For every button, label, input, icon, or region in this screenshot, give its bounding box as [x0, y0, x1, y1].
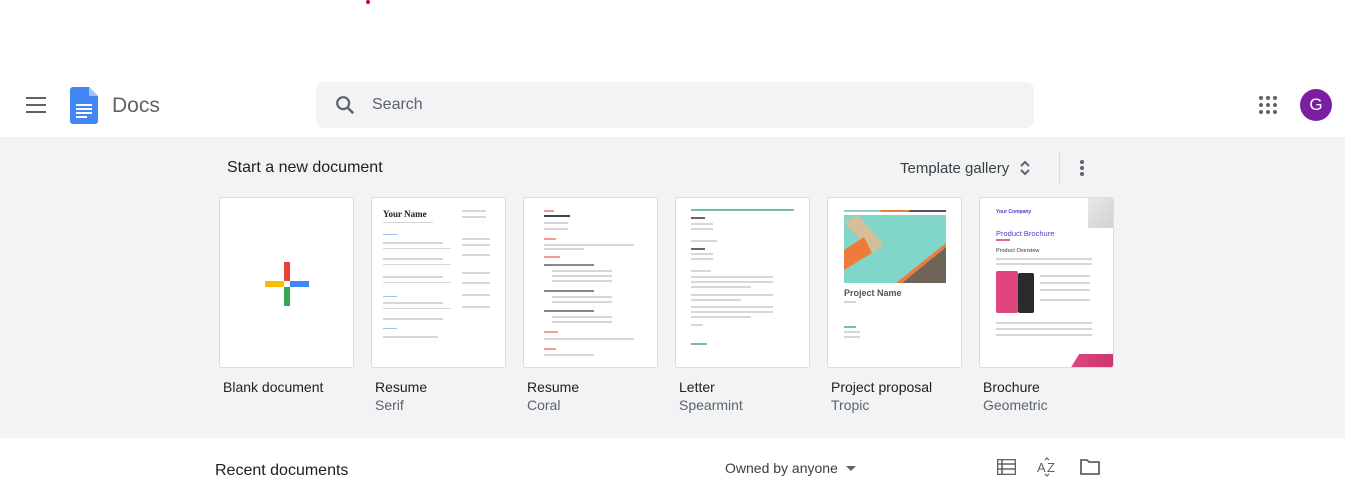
- template-section: [0, 137, 1345, 438]
- docs-logo-icon[interactable]: [70, 87, 98, 129]
- template-resume-coral[interactable]: [523, 197, 658, 368]
- more-options-icon[interactable]: [1080, 160, 1084, 178]
- svg-text:A: A: [1037, 460, 1046, 475]
- dropdown-arrow-icon: [845, 465, 856, 471]
- preview-heading: Your Name: [383, 209, 427, 219]
- account-avatar[interactable]: G: [1300, 89, 1332, 121]
- app-name[interactable]: Docs: [112, 94, 160, 118]
- search-icon[interactable]: [334, 94, 356, 116]
- divider: [1059, 152, 1060, 184]
- svg-text:Z: Z: [1047, 460, 1055, 475]
- owner-filter-label: Owned by anyone: [725, 460, 838, 476]
- main-menu-icon[interactable]: [26, 97, 46, 113]
- preview-heading: Project Name: [844, 288, 902, 298]
- template-subtitle: Geometric: [983, 397, 1048, 413]
- search-input[interactable]: [372, 82, 972, 128]
- template-gallery-label: Template gallery: [900, 159, 1010, 177]
- preview-company: Your Company: [996, 209, 1032, 215]
- template-subtitle: Serif: [375, 397, 404, 413]
- preview-heading: Product Brochure: [996, 229, 1055, 238]
- template-title[interactable]: Brochure: [983, 379, 1040, 395]
- template-title[interactable]: Resume: [375, 379, 427, 395]
- cursor-dot: [366, 0, 370, 4]
- recent-documents-heading: Recent documents: [215, 462, 349, 479]
- plus-icon: [265, 262, 309, 306]
- template-project-proposal[interactable]: Project Name: [827, 197, 962, 368]
- search-bar[interactable]: [316, 82, 1034, 128]
- owner-filter-dropdown[interactable]: Owned by anyone: [725, 460, 856, 476]
- templates-heading: Start a new document: [227, 159, 383, 176]
- template-subtitle: Spearmint: [679, 397, 743, 413]
- preview-section: Product Overview: [996, 248, 1040, 254]
- template-subtitle: Tropic: [831, 397, 870, 413]
- template-subtitle: Coral: [527, 397, 561, 413]
- sort-az-icon[interactable]: AZ: [1037, 456, 1059, 478]
- apps-grid-icon[interactable]: [1259, 96, 1277, 114]
- template-title[interactable]: Resume: [527, 379, 579, 395]
- template-title[interactable]: Blank document: [223, 379, 323, 395]
- template-gallery-button[interactable]: Template gallery: [900, 159, 1031, 177]
- tropic-graphic: [844, 215, 946, 283]
- template-resume-serif[interactable]: Your Name: [371, 197, 506, 368]
- template-blank[interactable]: [219, 197, 354, 368]
- template-title[interactable]: Project proposal: [831, 379, 932, 395]
- folder-icon[interactable]: [1080, 458, 1100, 475]
- template-brochure[interactable]: Your Company Product Brochure Product Ov…: [979, 197, 1114, 368]
- unfold-icon: [1020, 160, 1030, 176]
- list-view-icon[interactable]: [997, 459, 1016, 475]
- template-letter-spearmint[interactable]: [675, 197, 810, 368]
- template-title[interactable]: Letter: [679, 379, 715, 395]
